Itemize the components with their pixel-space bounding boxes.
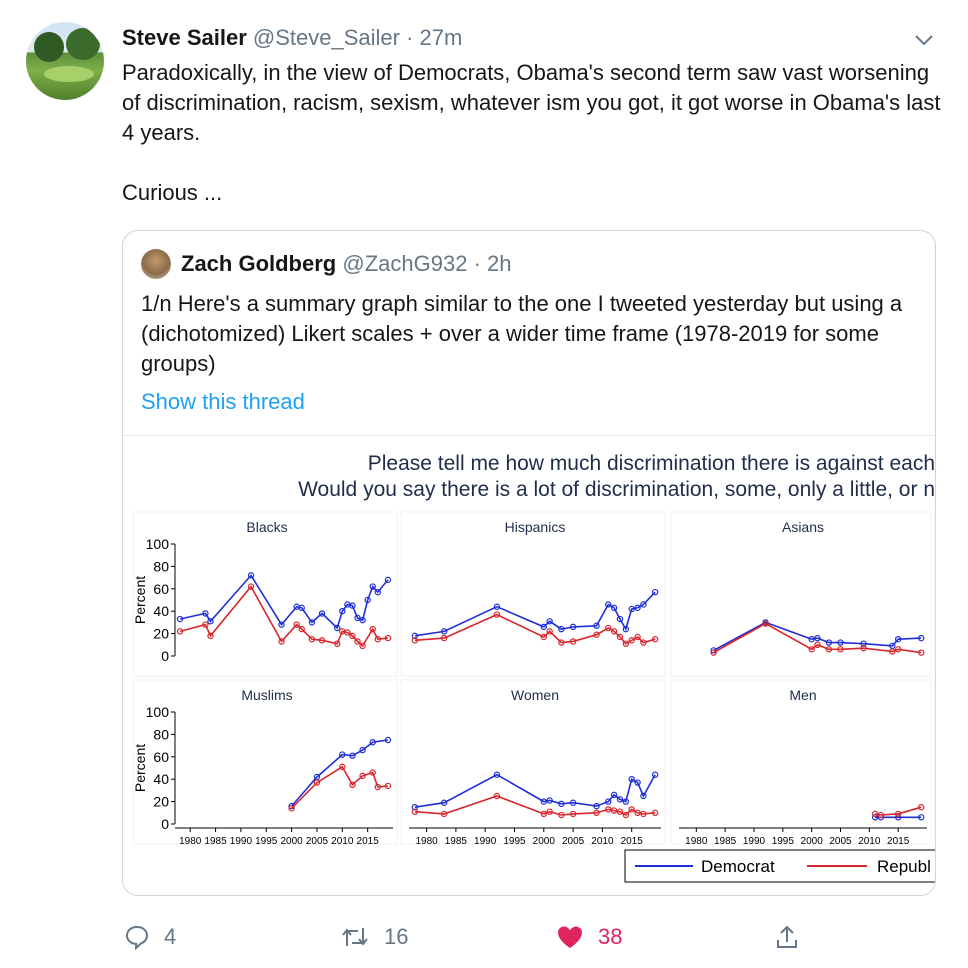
quoted-time[interactable]: 2h <box>487 251 511 276</box>
tweet-time[interactable]: 27m <box>420 25 463 50</box>
share-icon <box>777 925 797 948</box>
y-tick-label: 100 <box>146 536 170 552</box>
chart-panel <box>400 679 666 845</box>
x-tick-label: 1995 <box>255 836 278 847</box>
show-thread-link[interactable]: Show this thread <box>141 387 305 417</box>
chart-panel <box>132 679 398 845</box>
tweet[interactable]: Steve Sailer @Steve_Sailer · 27m Paradox… <box>0 0 968 968</box>
legend-democrat-label: Democrat <box>701 857 775 876</box>
x-tick-label: 1990 <box>474 836 497 847</box>
action-bar: 4 16 38 <box>0 915 968 959</box>
x-tick-label: 1990 <box>230 836 253 847</box>
x-tick-label: 1985 <box>204 836 227 847</box>
y-tick-label: 60 <box>153 581 169 597</box>
quoted-tweet[interactable]: Zach Goldberg @ZachG932 · 2h 1/n Here's … <box>122 230 936 896</box>
y-tick-label: 80 <box>153 726 169 742</box>
tweet-text: Paradoxically, in the view of Democrats,… <box>122 60 941 145</box>
x-tick-label: 2000 <box>533 836 556 847</box>
retweet-count: 16 <box>384 924 409 949</box>
x-tick-label: 2000 <box>801 836 824 847</box>
x-tick-label: 1985 <box>445 836 468 847</box>
panel-title: Men <box>789 687 816 703</box>
y-tick-label: 100 <box>146 704 170 720</box>
like-button[interactable]: 38 <box>556 915 622 959</box>
y-tick-label: 0 <box>161 648 169 664</box>
retweet-icon <box>342 928 368 946</box>
tweet-header: Steve Sailer @Steve_Sailer · 27m <box>122 24 462 52</box>
reply-button[interactable]: 4 <box>124 915 176 959</box>
reply-icon <box>125 925 149 950</box>
x-tick-label: 1980 <box>685 836 708 847</box>
y-axis-label: Percent <box>132 576 148 624</box>
x-tick-label: 2015 <box>887 836 910 847</box>
like-count: 38 <box>598 924 623 949</box>
panel-title: Women <box>511 687 559 703</box>
y-tick-label: 20 <box>153 794 169 810</box>
chart-image[interactable]: Please tell me how much discrimination t… <box>123 435 935 895</box>
chart-panel <box>132 511 398 677</box>
chart-panel <box>400 511 666 677</box>
chart-panel <box>670 679 932 845</box>
chart-title: Please tell me how much discrimination t… <box>368 452 935 475</box>
quoted-text: 1/n Here's a summary graph similar to th… <box>141 291 903 376</box>
legend-republican-label: Republ <box>877 857 931 876</box>
quoted-author-name[interactable]: Zach Goldberg <box>181 251 336 276</box>
x-tick-label: 1995 <box>772 836 795 847</box>
panel-title: Blacks <box>246 519 287 535</box>
y-tick-label: 20 <box>153 626 169 642</box>
y-tick-label: 40 <box>153 771 169 787</box>
quoted-header: Zach Goldberg @ZachG932 · 2h <box>181 249 512 279</box>
chevron-down-icon[interactable] <box>912 30 936 50</box>
author-name[interactable]: Steve Sailer <box>122 25 247 50</box>
x-tick-label: 2000 <box>280 836 303 847</box>
panel-title: Hispanics <box>505 519 566 535</box>
x-tick-label: 1980 <box>415 836 438 847</box>
x-tick-label: 2010 <box>858 836 881 847</box>
share-button[interactable] <box>774 915 814 959</box>
reply-count: 4 <box>164 924 177 949</box>
chart-subtitle: Would you say there is a lot of discrimi… <box>298 478 935 501</box>
avatar-tree <box>66 28 100 60</box>
retweet-button[interactable]: 16 <box>340 915 408 959</box>
golf-course-avatar[interactable] <box>26 22 104 100</box>
x-tick-label: 2005 <box>829 836 852 847</box>
y-tick-label: 80 <box>153 558 169 574</box>
y-axis-label: Percent <box>132 744 148 792</box>
x-tick-label: 2010 <box>591 836 614 847</box>
y-tick-label: 0 <box>161 816 169 832</box>
quoted-author-handle[interactable]: @ZachG932 <box>342 251 467 276</box>
x-tick-label: 2015 <box>621 836 644 847</box>
quoted-avatar[interactable] <box>141 249 171 279</box>
author-handle[interactable]: @Steve_Sailer <box>253 25 400 50</box>
separator-dot: · <box>406 25 414 50</box>
x-tick-label: 2015 <box>357 836 380 847</box>
y-tick-label: 60 <box>153 749 169 765</box>
x-tick-label: 1990 <box>743 836 766 847</box>
discrimination-chart: Please tell me how much discrimination t… <box>132 452 935 883</box>
x-tick-label: 1980 <box>179 836 202 847</box>
separator-dot: · <box>473 251 481 276</box>
x-tick-label: 2005 <box>306 836 329 847</box>
avatar-tree <box>34 32 64 62</box>
x-tick-label: 2005 <box>562 836 585 847</box>
heart-icon <box>558 926 582 948</box>
avatar-fairway <box>44 66 94 82</box>
panel-title: Muslims <box>241 687 292 703</box>
x-tick-label: 1985 <box>714 836 737 847</box>
x-tick-label: 2010 <box>331 836 354 847</box>
panel-title: Asians <box>782 519 824 535</box>
tweet-text-curious: Curious ... <box>122 180 223 205</box>
y-tick-label: 40 <box>153 603 169 619</box>
x-tick-label: 1995 <box>503 836 526 847</box>
